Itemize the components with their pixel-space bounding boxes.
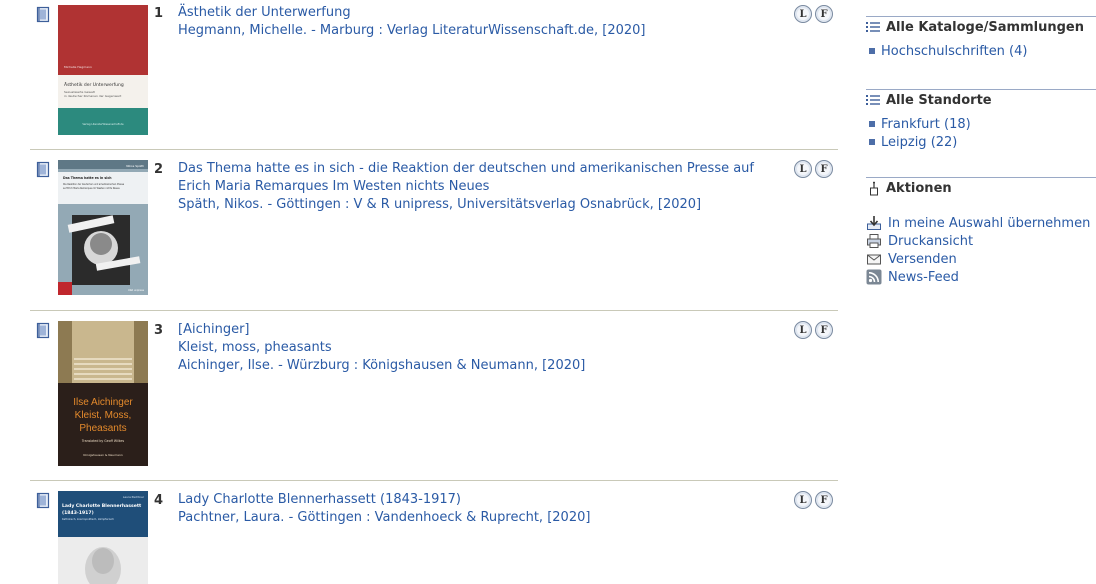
result-item: Ilse Aichinger Kleist, Moss, Pheasants T… [30,311,838,481]
facet-link-frankfurt[interactable]: Frankfurt (18) [881,117,971,132]
bullet-icon [869,121,875,127]
result-title-link[interactable]: Lady Charlotte Blennerhassett (1843-1917… [178,491,778,509]
cover-author: Laura Pachtner [123,495,145,499]
facet-link-hochschulschriften[interactable]: Hochschulschriften (4) [881,44,1027,59]
result-number: 4 [154,493,164,508]
facet-heading-label: Alle Kataloge/Sammlungen [886,20,1084,35]
cover-author: Nikos Späth [126,164,144,168]
result-title-link[interactable]: Ästhetik der Unterwerfung [178,4,778,22]
availability-buttons: L F [794,5,833,23]
actions-panel: Aktionen In meine Auswahl übernehmen Dru… [866,177,1096,286]
list-icon [866,95,880,105]
cover-translator: Translated by Geoff Wilkes [81,439,125,443]
local-availability-button[interactable]: L [794,5,812,23]
results-list: Michelle Hegmann Ästhetik der Unterwerfu… [30,0,838,584]
remote-availability-button[interactable]: F [815,5,833,23]
action-item[interactable]: In meine Auswahl übernehmen [866,214,1096,232]
cover-author: Ilse Aichinger [73,397,133,408]
news-feed-link[interactable]: News-Feed [888,270,959,285]
send-link[interactable]: Versenden [888,252,957,267]
result-detail-link[interactable]: Späth, Nikos. - Göttingen : V & R unipre… [178,196,778,214]
result-info: Ästhetik der Unterwerfung Hegmann, Miche… [178,4,778,40]
download-icon [867,216,881,230]
result-title-link[interactable]: Das Thema hatte es in sich - die Reaktio… [178,160,778,196]
cover-image[interactable]: Nikos Späth Das Thema hatte es in sich D… [58,160,148,295]
result-detail-link[interactable]: Aichinger, Ilse. - Würzburg : Königshaus… [178,357,778,375]
actions-heading-label: Aktionen [886,181,952,196]
result-info: Das Thema hatte es in sich - die Reaktio… [178,160,778,214]
availability-buttons: L F [794,491,833,509]
catalogs-facet: Alle Kataloge/Sammlungen Hochschulschrif… [866,16,1096,60]
cover-publisher: V&R unipress [128,289,145,292]
remote-availability-button[interactable]: F [815,321,833,339]
cover-image[interactable]: Michelle Hegmann Ästhetik der Unterwerfu… [58,5,148,135]
facet-item: Hochschulschriften (4) [866,42,1096,60]
cover-subtitle: (1843-1917) [62,510,94,516]
bullet-icon [869,139,875,145]
facet-link-leipzig[interactable]: Leipzig (22) [881,135,957,150]
book-icon[interactable] [36,6,50,23]
locations-heading[interactable]: Alle Standorte [866,89,1096,109]
result-detail-link[interactable]: Pachtner, Laura. - Göttingen : Vandenhoe… [178,509,778,527]
result-number: 1 [154,6,164,21]
action-item[interactable]: News-Feed [866,268,1096,286]
availability-buttons: L F [794,321,833,339]
cover-subtitle: Pheasants [79,423,126,434]
add-to-selection-link[interactable]: In meine Auswahl übernehmen [888,216,1090,231]
action-hand-icon [870,181,878,196]
catalogs-heading[interactable]: Alle Kataloge/Sammlungen [866,16,1096,36]
cover-subtitle: Die Reaktion der deutschen und amerikani… [63,183,125,186]
cover-publisher: Verlag LiteraturWissenschaft.de [82,122,124,126]
result-title-link[interactable]: [Aichinger] [178,321,778,339]
print-icon [867,234,881,248]
result-detail-link[interactable]: Hegmann, Michelle. - Marburg : Verlag Li… [178,22,778,40]
cover-image[interactable]: Ilse Aichinger Kleist, Moss, Pheasants T… [58,321,148,466]
bullet-icon [869,48,875,54]
local-availability-button[interactable]: L [794,160,812,178]
facet-item: Frankfurt (18) [866,115,1096,133]
availability-buttons: L F [794,160,833,178]
result-number: 2 [154,162,164,177]
cover-subtitle: auf Erich Maria Remarques Im Westen nich… [63,187,120,190]
book-icon[interactable] [36,322,50,339]
book-icon[interactable] [36,492,50,509]
envelope-icon [867,254,881,265]
result-subtitle-link[interactable]: Kleist, moss, pheasants [178,339,778,357]
result-item: Nikos Späth Das Thema hatte es in sich D… [30,150,838,311]
print-view-link[interactable]: Druckansicht [888,234,973,249]
cover-image[interactable]: Laura Pachtner Lady Charlotte Blennerhas… [58,491,148,584]
cover-title: Kleist, Moss, [75,410,132,421]
remote-availability-button[interactable]: F [815,160,833,178]
list-icon [866,22,880,32]
local-availability-button[interactable]: L [794,321,812,339]
local-availability-button[interactable]: L [794,491,812,509]
action-item[interactable]: Druckansicht [866,232,1096,250]
cover-author: Michelle Hegmann [64,65,92,69]
facet-item: Leipzig (22) [866,133,1096,151]
locations-facet: Alle Standorte Frankfurt (18) Leipzig (2… [866,89,1096,151]
result-number: 3 [154,323,164,338]
result-info: [Aichinger] Kleist, moss, pheasants Aich… [178,321,778,375]
facet-heading-label: Alle Standorte [886,93,992,108]
remote-availability-button[interactable]: F [815,491,833,509]
cover-title: Das Thema hatte es in sich [63,176,112,180]
result-item: Laura Pachtner Lady Charlotte Blennerhas… [30,481,838,584]
action-item[interactable]: Versenden [866,250,1096,268]
result-info: Lady Charlotte Blennerhassett (1843-1917… [178,491,778,527]
rss-icon [866,269,882,285]
cover-subtitle: in deutscher Romanen der Gegenwart [64,94,122,98]
cover-publisher: Königshausen & Neumann [83,453,123,457]
actions-heading: Aktionen [866,177,1096,197]
book-icon[interactable] [36,161,50,178]
cover-subtitle: Katholisch, kosmopolitisch, kämpferisch [62,517,114,521]
result-item: Michelle Hegmann Ästhetik der Unterwerfu… [30,0,838,150]
cover-title: Ästhetik der Unterwerfung [64,81,124,88]
cover-title: Lady Charlotte Blennerhassett [62,503,142,509]
